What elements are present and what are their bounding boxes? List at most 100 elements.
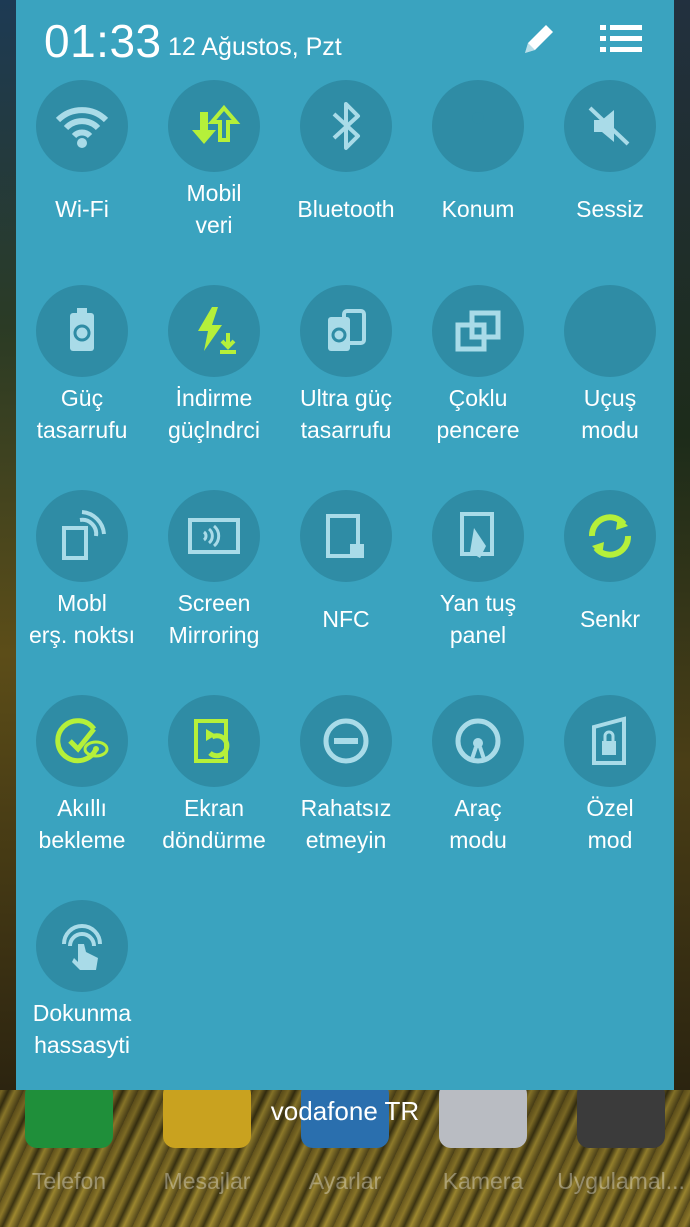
tile-label: Çoklu pencere xyxy=(412,382,544,446)
tile-label-line2: hassasyti xyxy=(34,1032,130,1058)
tile-rahats-z[interactable]: Rahatsız etmeyin xyxy=(280,695,412,900)
tile-sessiz[interactable]: Sessiz xyxy=(544,80,676,285)
tile-toggle[interactable] xyxy=(564,695,656,787)
tile-bluetooth[interactable]: Bluetooth xyxy=(280,80,412,285)
list-button[interactable] xyxy=(596,16,646,62)
tile-label-line1: Akıllı xyxy=(57,795,107,821)
tile--zel[interactable]: Özel mod xyxy=(544,695,676,900)
tile-label-line2: Mirroring xyxy=(168,622,260,648)
tile-i-ndirme[interactable]: İndirme güçlndrci xyxy=(148,285,280,490)
tile-toggle[interactable] xyxy=(300,80,392,172)
edit-button[interactable] xyxy=(514,16,564,62)
tile-toggle[interactable] xyxy=(564,490,656,582)
tile-label-line1: Mobl xyxy=(57,590,107,616)
tile-mobl[interactable]: Mobl erş. noktsı xyxy=(16,490,148,695)
tile-toggle[interactable] xyxy=(564,80,656,172)
mobile-data-icon xyxy=(192,104,241,144)
tile-toggle[interactable] xyxy=(36,900,128,992)
hotspot-icon xyxy=(62,510,106,560)
tile-toggle[interactable] xyxy=(564,285,656,377)
tile-label-line2: döndürme xyxy=(162,827,266,853)
tile-label-line1: Yan tuş xyxy=(439,590,517,616)
carrier-name: vodafone TR xyxy=(270,1096,420,1126)
tile-g-[interactable]: Güç tasarrufu xyxy=(16,285,148,490)
tile-nfc[interactable]: NFC xyxy=(280,490,412,695)
tile-ara-[interactable]: Araç modu xyxy=(412,695,544,900)
sync-icon xyxy=(589,514,631,558)
tile-wi-fi[interactable]: Wi-Fi xyxy=(16,80,148,285)
screen-rotation-icon xyxy=(194,719,230,763)
tile-label: Bluetooth xyxy=(280,193,412,225)
tile-toggle[interactable] xyxy=(300,490,392,582)
tile-toggle[interactable] xyxy=(168,80,260,172)
tile-label-line2: tasarrufu xyxy=(300,417,392,443)
tile-label-line2: bekleme xyxy=(38,827,126,853)
tile-label: Rahatsız etmeyin xyxy=(280,792,412,856)
tile-toggle[interactable] xyxy=(300,285,392,377)
tile-toggle[interactable] xyxy=(36,695,128,787)
tile-label-line2: veri xyxy=(195,212,233,238)
tile-label: Dokunma hassasyti xyxy=(16,997,148,1061)
tile-toggle[interactable] xyxy=(168,695,260,787)
tile-ultra-g-[interactable]: Ultra güç tasarrufu xyxy=(280,285,412,490)
ultra-power-saving-icon xyxy=(328,309,366,351)
screen-mirroring-icon xyxy=(188,518,240,554)
tile-label-line2: modu xyxy=(449,827,507,853)
tile-label-line2: güçlndrci xyxy=(167,417,261,443)
tile-label-line1: Mobil xyxy=(186,180,242,206)
tile-label-line1: Ekran xyxy=(183,795,245,821)
tile-label-line1: Uçuş xyxy=(583,385,637,411)
tile-label-line1: NFC xyxy=(322,606,370,632)
tile-toggle[interactable] xyxy=(432,285,524,377)
tile-toggle[interactable] xyxy=(36,80,128,172)
tile-label: İndirme güçlndrci xyxy=(148,382,280,446)
tile-toggle[interactable] xyxy=(432,80,524,172)
tile-toggle[interactable] xyxy=(168,285,260,377)
tile-toggle[interactable] xyxy=(300,695,392,787)
tile-label-line1: Çoklu xyxy=(448,385,508,411)
tile-toggle[interactable] xyxy=(168,490,260,582)
pencil-icon xyxy=(525,25,553,53)
tile-ekran[interactable]: Ekran döndürme xyxy=(148,695,280,900)
tile-yan-tu-[interactable]: Yan tuş panel xyxy=(412,490,544,695)
tile-label: NFC xyxy=(280,603,412,635)
tile-label-line2: pencere xyxy=(436,417,520,443)
tile-senkr[interactable]: Senkr xyxy=(544,490,676,695)
tile-dokunma[interactable]: Dokunma hassasyti xyxy=(16,900,148,1105)
dock-label: Mesajlar xyxy=(163,1168,251,1194)
tile-label-line1: Wi-Fi xyxy=(55,196,109,222)
tile-label-line1: Sessiz xyxy=(576,196,644,222)
tile-label-line1: Bluetooth xyxy=(297,196,395,222)
tile-label-line1: Özel xyxy=(586,795,634,821)
tile-konum[interactable]: Konum xyxy=(412,80,544,285)
location-icon xyxy=(472,112,484,124)
power-saving-icon xyxy=(70,308,94,351)
tile-toggle[interactable] xyxy=(432,490,524,582)
tile-mobil[interactable]: Mobil veri xyxy=(148,80,280,285)
dock-label: Uygulamal... xyxy=(557,1168,685,1194)
quick-settings-panel: 01:33 12 Ağustos, Pzt Wi-Fi Mobil veri Blue… xyxy=(16,0,674,1090)
wifi-icon xyxy=(55,107,109,148)
tile-toggle[interactable] xyxy=(432,695,524,787)
dock-label: Telefon xyxy=(31,1168,107,1194)
tile-label-line1: Screen xyxy=(177,590,251,616)
tile-label: Güç tasarrufu xyxy=(16,382,148,446)
smart-stay-icon xyxy=(55,718,109,764)
dock-label: Kamera xyxy=(442,1168,524,1194)
tile-toggle[interactable] xyxy=(36,490,128,582)
do-not-disturb-icon xyxy=(323,718,369,764)
tile-screen[interactable]: Screen Mirroring xyxy=(148,490,280,695)
tile-label-line1: Güç xyxy=(60,385,104,411)
tile-label: Screen Mirroring xyxy=(148,587,280,651)
download-booster-icon xyxy=(198,307,236,354)
tile--oklu[interactable]: Çoklu pencere xyxy=(412,285,544,490)
tile-label: Mobl erş. noktsı xyxy=(16,587,148,651)
tile-label-line1: Rahatsız xyxy=(300,795,392,821)
tile-label-line2: tasarrufu xyxy=(36,417,128,443)
tile-label: Ultra güç tasarrufu xyxy=(280,382,412,446)
wallpaper-edge-right xyxy=(674,0,690,1090)
tile-toggle[interactable] xyxy=(36,285,128,377)
tile-u-u-[interactable]: Uçuş modu xyxy=(544,285,676,490)
tile-label-line1: Ultra güç xyxy=(299,385,393,411)
tile-ak-ll-[interactable]: Akıllı bekleme xyxy=(16,695,148,900)
